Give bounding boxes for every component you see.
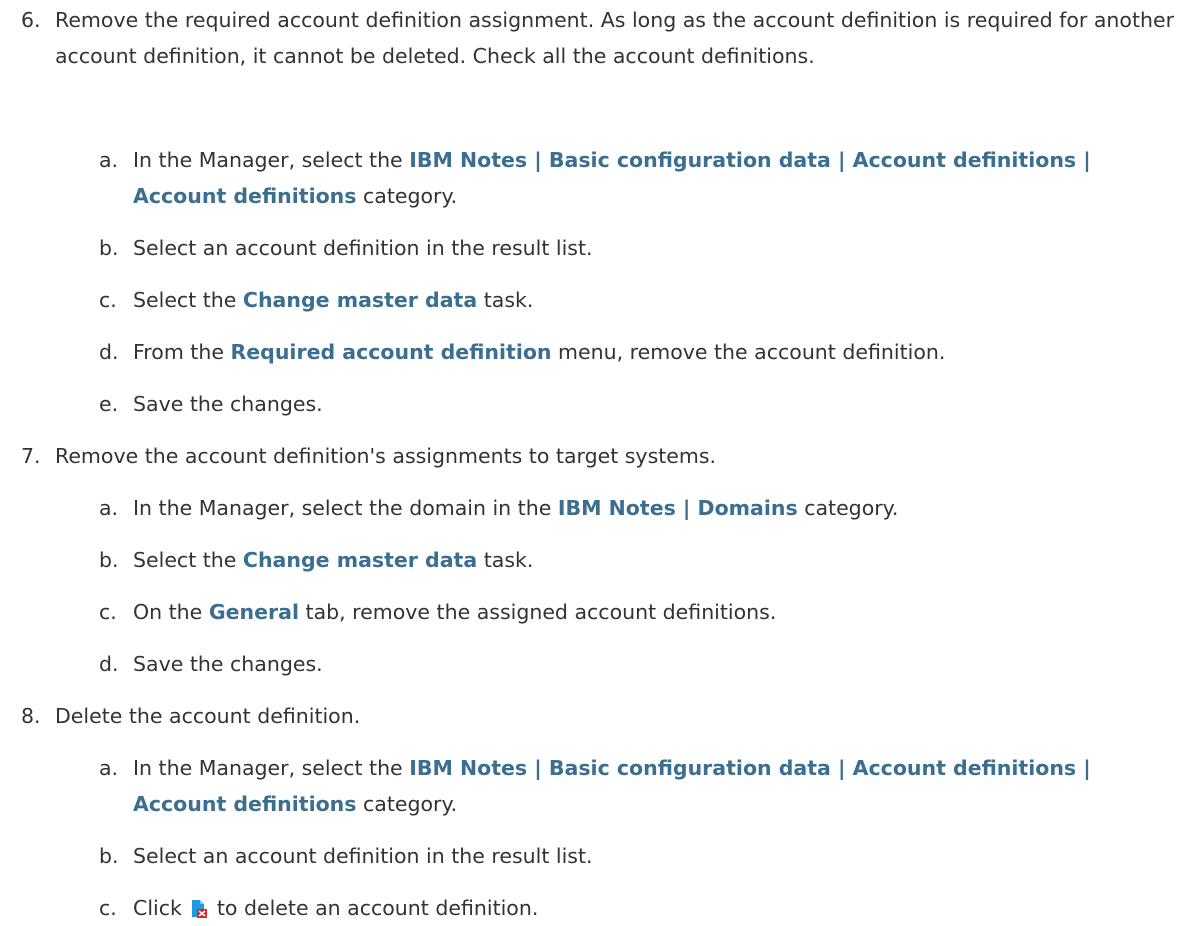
tab-label: General — [208, 600, 300, 624]
step-number: 6. — [21, 8, 41, 32]
delete-account-definition-icon[interactable] — [191, 899, 208, 918]
sub-text-pre: In the Manager, select the — [133, 756, 410, 780]
step-6: 6. Remove the required account definitio… — [21, 2, 1181, 74]
sub-letter: a. — [99, 756, 119, 780]
step-6-sub-c: c. Select the Change master data task. — [99, 282, 1184, 318]
sub-text: Save the changes. — [133, 386, 1184, 422]
sub-text-pre: Click — [133, 896, 189, 920]
step-number: 7. — [21, 444, 41, 468]
sub-letter: e. — [99, 392, 119, 416]
step-6-sub-e: e. Save the changes. — [99, 386, 1184, 422]
sub-text: From the Required account definition men… — [133, 334, 1184, 370]
step-7-sub-c: c. On the General tab, remove the assign… — [99, 594, 1184, 630]
sub-text: In the Manager, select the IBM Notes | B… — [133, 750, 1184, 822]
step-text: Remove the required account definition a… — [55, 8, 1175, 68]
sub-text-post: tab, remove the assigned account definit… — [299, 600, 777, 624]
step-7-sub-b: b. Select the Change master data task. — [99, 542, 1184, 578]
sub-text-pre: On the — [133, 600, 209, 624]
menu-label: Required account definition — [230, 340, 552, 364]
step-6-sub-a: a. In the Manager, select the IBM Notes … — [99, 142, 1184, 214]
sub-text: Select the Change master data task. — [133, 542, 1184, 578]
sub-text: In the Manager, select the domain in the… — [133, 490, 1184, 526]
sub-text: Click to delete an account definition. — [133, 890, 1184, 926]
sub-letter: d. — [99, 652, 119, 676]
sub-text-post: category. — [797, 496, 899, 520]
step-8-sub-b: b. Select an account definition in the r… — [99, 838, 1184, 874]
step-7-sub-a: a. In the Manager, select the domain in … — [99, 490, 1184, 526]
sub-letter: d. — [99, 340, 119, 364]
step-8: 8. Delete the account definition. — [21, 698, 1181, 734]
sub-text: Select the Change master data task. — [133, 282, 1184, 318]
sub-text: In the Manager, select the IBM Notes | B… — [133, 142, 1184, 214]
task-label: Change master data — [242, 548, 478, 572]
step-8-sub-c: c. Click to delete an account definition… — [99, 890, 1184, 926]
sub-letter: c. — [99, 896, 117, 920]
sub-letter: c. — [99, 288, 117, 312]
sub-text-pre: In the Manager, select the — [133, 148, 410, 172]
task-label: Change master data — [242, 288, 478, 312]
step-7-sub-d: d. Save the changes. — [99, 646, 1184, 682]
sub-text-pre: Select the — [133, 288, 243, 312]
sub-text-post: task. — [477, 288, 534, 312]
sub-text-pre: From the — [133, 340, 231, 364]
step-number: 8. — [21, 704, 41, 728]
sub-text-pre: Select an account definition in the resu… — [133, 844, 593, 868]
sub-letter: b. — [99, 548, 119, 572]
sub-text: On the General tab, remove the assigned … — [133, 594, 1184, 630]
sub-letter: b. — [99, 236, 119, 260]
sub-text-pre: Save the changes. — [133, 392, 323, 416]
sub-text-post: category. — [356, 792, 458, 816]
sub-text-pre: Select the — [133, 548, 243, 572]
sub-text: Select an account definition in the resu… — [133, 838, 1184, 874]
sub-text-pre: In the Manager, select the domain in the — [133, 496, 558, 520]
sub-text: Select an account definition in the resu… — [133, 230, 1184, 266]
sub-text-post: category. — [356, 184, 458, 208]
sub-text-pre: Select an account definition in the resu… — [133, 236, 593, 260]
ui-path-label: IBM Notes | Domains — [557, 496, 798, 520]
sub-text-post: menu, remove the account definition. — [551, 340, 946, 364]
step-text: Delete the account definition. — [55, 704, 361, 728]
sub-text-post: to delete an account definition. — [210, 896, 539, 920]
sub-letter: b. — [99, 844, 119, 868]
step-text: Remove the account definition's assignme… — [55, 444, 717, 468]
step-6-sub-b: b. Select an account definition in the r… — [99, 230, 1184, 266]
document-page: 6. Remove the required account definitio… — [0, 0, 1190, 920]
sub-letter: c. — [99, 600, 117, 624]
step-8-sub-a: a. In the Manager, select the IBM Notes … — [99, 750, 1184, 822]
sub-text-post: task. — [477, 548, 534, 572]
sub-letter: a. — [99, 148, 119, 172]
sub-text: Save the changes. — [133, 646, 1184, 682]
step-6-sub-d: d. From the Required account definition … — [99, 334, 1184, 370]
sub-letter: a. — [99, 496, 119, 520]
sub-text-pre: Save the changes. — [133, 652, 323, 676]
step-7: 7. Remove the account definition's assig… — [21, 438, 1181, 474]
